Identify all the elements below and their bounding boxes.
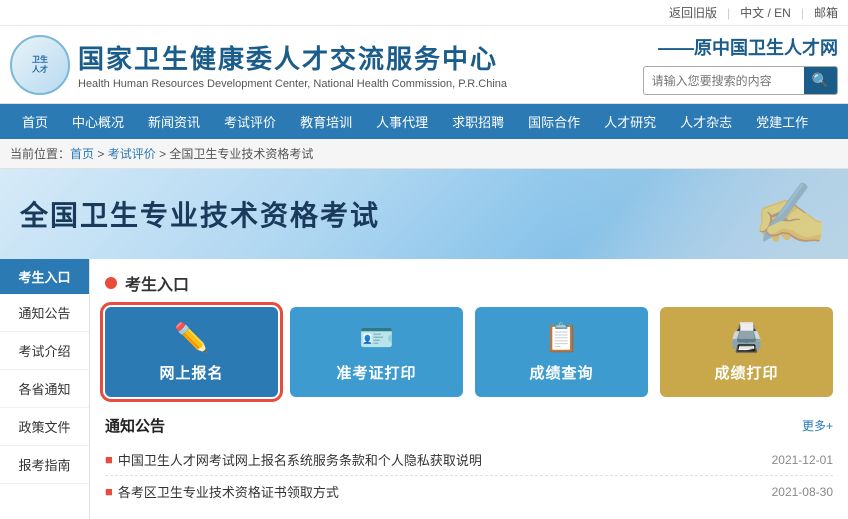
site-title-cn: 国家卫生健康委人才交流服务中心 [78, 39, 507, 76]
entry-buttons-grid: ✏️ 网上报名 🪪 准考证打印 📋 成绩查询 🖨️ 成绩打印 [105, 307, 833, 397]
notice-more-link[interactable]: 更多+ [802, 417, 833, 434]
entry-btn-score-query[interactable]: 📋 成绩查询 [475, 307, 648, 397]
header-right: ——原中国卫生人才网 🔍 [643, 34, 838, 95]
entry-btn-score-print[interactable]: 🖨️ 成绩打印 [660, 307, 833, 397]
notice-header: 通知公告 更多+ [105, 415, 833, 436]
nav-education[interactable]: 教育培训 [288, 104, 364, 139]
sidebar: 考生入口 通知公告 考试介绍 各省通知 政策文件 报考指南 [0, 259, 90, 519]
admit-card-icon: 🪪 [359, 321, 394, 354]
breadcrumb-sep2: > [159, 147, 169, 161]
notice-section: 通知公告 更多+ ■ 中国卫生人才网考试网上报名系统服务条款和个人隐私获取说明 … [105, 415, 833, 507]
sidebar-item-policy[interactable]: 政策文件 [0, 408, 89, 446]
nav-magazine[interactable]: 人才杂志 [668, 104, 744, 139]
sidebar-item-intro[interactable]: 考试介绍 [0, 332, 89, 370]
admit-card-label: 准考证打印 [336, 362, 416, 383]
hero-banner: 全国卫生专业技术资格考试 ✍ [0, 169, 848, 259]
site-slogan: ——原中国卫生人才网 [658, 34, 838, 60]
notice-bullet-2: ■ [105, 484, 113, 499]
entry-btn-admit-card[interactable]: 🪪 准考证打印 [290, 307, 463, 397]
top-bar: 返回旧版 | 中文 / EN | 邮箱 [0, 0, 848, 26]
breadcrumb-level1[interactable]: 考试评价 [108, 147, 156, 161]
breadcrumb: 当前位置：首页 > 考试评价 > 全国卫生专业技术资格考试 [0, 139, 848, 169]
nav-home[interactable]: 首页 [10, 104, 60, 139]
notice-text-1[interactable]: 中国卫生人才网考试网上报名系统服务条款和个人隐私获取说明 [118, 450, 762, 469]
nav-party[interactable]: 党建工作 [744, 104, 820, 139]
sidebar-item-provincial[interactable]: 各省通知 [0, 370, 89, 408]
notice-item-2: ■ 各考区卫生专业技术资格证书领取方式 2021-08-30 [105, 476, 833, 507]
nav-talent-research[interactable]: 人才研究 [592, 104, 668, 139]
score-print-label: 成绩打印 [714, 362, 778, 383]
header-title: 国家卫生健康委人才交流服务中心 Health Human Resources D… [78, 39, 507, 90]
register-label: 网上报名 [159, 362, 223, 383]
search-box: 🔍 [643, 66, 838, 95]
score-query-icon: 📋 [544, 321, 579, 354]
entry-btn-register[interactable]: ✏️ 网上报名 [105, 307, 278, 397]
score-query-label: 成绩查询 [529, 362, 593, 383]
nav-news[interactable]: 新闻资讯 [136, 104, 212, 139]
main-nav: 首页 中心概况 新闻资讯 考试评价 教育培训 人事代理 求职招聘 国际合作 人才… [0, 104, 848, 139]
main-content: 考生入口 通知公告 考试介绍 各省通知 政策文件 报考指南 考生入口 ✏️ 网上… [0, 259, 848, 519]
hero-title: 全国卫生专业技术资格考试 [20, 194, 380, 234]
header-logo: 卫生人才 国家卫生健康委人才交流服务中心 Health Human Resour… [10, 35, 643, 95]
notice-title: 通知公告 [105, 415, 165, 436]
section-dot [105, 277, 117, 289]
nav-hr[interactable]: 人事代理 [364, 104, 440, 139]
notice-text-2[interactable]: 各考区卫生专业技术资格证书领取方式 [118, 482, 762, 501]
nav-jobs[interactable]: 求职招聘 [440, 104, 516, 139]
nav-exam[interactable]: 考试评价 [212, 104, 288, 139]
nav-overview[interactable]: 中心概况 [60, 104, 136, 139]
search-input[interactable] [644, 70, 804, 92]
site-title-en: Health Human Resources Development Cente… [78, 78, 507, 90]
sep1: | [727, 6, 730, 20]
breadcrumb-home[interactable]: 首页 [70, 147, 94, 161]
notice-date-2: 2021-08-30 [772, 485, 833, 499]
notice-item-1: ■ 中国卫生人才网考试网上报名系统服务条款和个人隐私获取说明 2021-12-0… [105, 444, 833, 476]
breadcrumb-current: 全国卫生专业技术资格考试 [169, 147, 313, 161]
logo-icon: 卫生人才 [10, 35, 70, 95]
sidebar-item-notice[interactable]: 通知公告 [0, 294, 89, 332]
search-button[interactable]: 🔍 [804, 67, 837, 94]
notice-bullet-1: ■ [105, 452, 113, 467]
register-icon: ✏️ [174, 321, 209, 354]
header: 卫生人才 国家卫生健康委人才交流服务中心 Health Human Resour… [0, 26, 848, 104]
sidebar-item-guide[interactable]: 报考指南 [0, 446, 89, 484]
language-switch[interactable]: 中文 / EN [740, 4, 791, 21]
score-print-icon: 🖨️ [729, 321, 764, 354]
hero-decoration: ✍ [753, 179, 828, 250]
mail-link[interactable]: 邮箱 [814, 4, 838, 21]
section-header: 考生入口 [105, 271, 833, 295]
breadcrumb-sep1: > [97, 147, 107, 161]
nav-international[interactable]: 国际合作 [516, 104, 592, 139]
sidebar-header: 考生入口 [0, 259, 89, 294]
content-area: 考生入口 ✏️ 网上报名 🪪 准考证打印 📋 成绩查询 🖨️ 成绩打印 [90, 259, 848, 519]
old-version-link[interactable]: 返回旧版 [669, 4, 717, 21]
sep2: | [801, 6, 804, 20]
notice-date-1: 2021-12-01 [772, 453, 833, 467]
section-title: 考生入口 [125, 271, 189, 295]
